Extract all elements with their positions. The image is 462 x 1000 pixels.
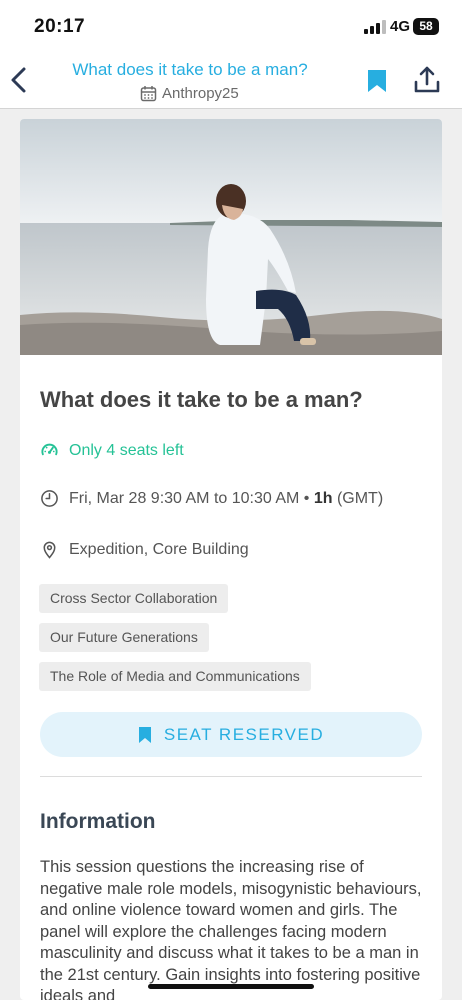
information-body: This session questions the increasing ri… bbox=[40, 858, 422, 1000]
status-time: 20:17 bbox=[34, 16, 86, 37]
share-icon[interactable] bbox=[413, 65, 441, 95]
event-name[interactable]: Anthropy25 bbox=[140, 85, 260, 102]
nav-header: What does it take to be a man? Anthropy2… bbox=[0, 50, 462, 109]
divider bbox=[40, 776, 422, 777]
gauge-icon bbox=[41, 443, 58, 456]
status-bar: 20:17 4G 58 bbox=[0, 0, 462, 50]
tag-chip[interactable]: Our Future Generations bbox=[39, 623, 209, 652]
location-text: Expedition, Core Building bbox=[69, 540, 249, 558]
session-time: Fri, Mar 28 9:30 AM to 10:30 AM • 1h (GM… bbox=[40, 489, 383, 508]
timezone: (GMT) bbox=[336, 489, 384, 507]
signal-icon bbox=[364, 20, 386, 34]
network-type: 4G bbox=[390, 18, 411, 35]
clock-icon bbox=[41, 490, 58, 507]
battery-icon: 58 bbox=[413, 18, 439, 35]
duration: 1h bbox=[313, 489, 333, 507]
tag-chip[interactable]: Cross Sector Collaboration bbox=[39, 584, 229, 613]
location-pin-icon bbox=[43, 541, 56, 559]
hero-image bbox=[20, 119, 442, 355]
seat-reserved-button[interactable]: SEAT RESERVED bbox=[40, 712, 422, 757]
tag-chip[interactable]: The Role of Media and Communications bbox=[39, 662, 311, 691]
time-range: Fri, Mar 28 9:30 AM to 10:30 AM • bbox=[69, 489, 310, 507]
seats-left-text: Only 4 seats left bbox=[69, 441, 184, 459]
event-name-label: Anthropy25 bbox=[162, 85, 239, 102]
chevron-left-icon[interactable] bbox=[8, 66, 30, 94]
bookmark-icon bbox=[138, 726, 151, 743]
seats-left: Only 4 seats left bbox=[40, 441, 184, 460]
session-location[interactable]: Expedition, Core Building bbox=[40, 540, 249, 559]
seat-reserved-label: SEAT RESERVED bbox=[163, 724, 325, 744]
calendar-icon bbox=[140, 86, 157, 102]
bookmark-icon[interactable] bbox=[366, 68, 388, 94]
session-title: What does it take to be a man? bbox=[40, 387, 363, 412]
information-heading: Information bbox=[40, 810, 156, 833]
session-card: What does it take to be a man? Only 4 se… bbox=[20, 119, 442, 1000]
home-indicator[interactable] bbox=[148, 984, 314, 989]
header-title: What does it take to be a man? bbox=[72, 60, 308, 79]
